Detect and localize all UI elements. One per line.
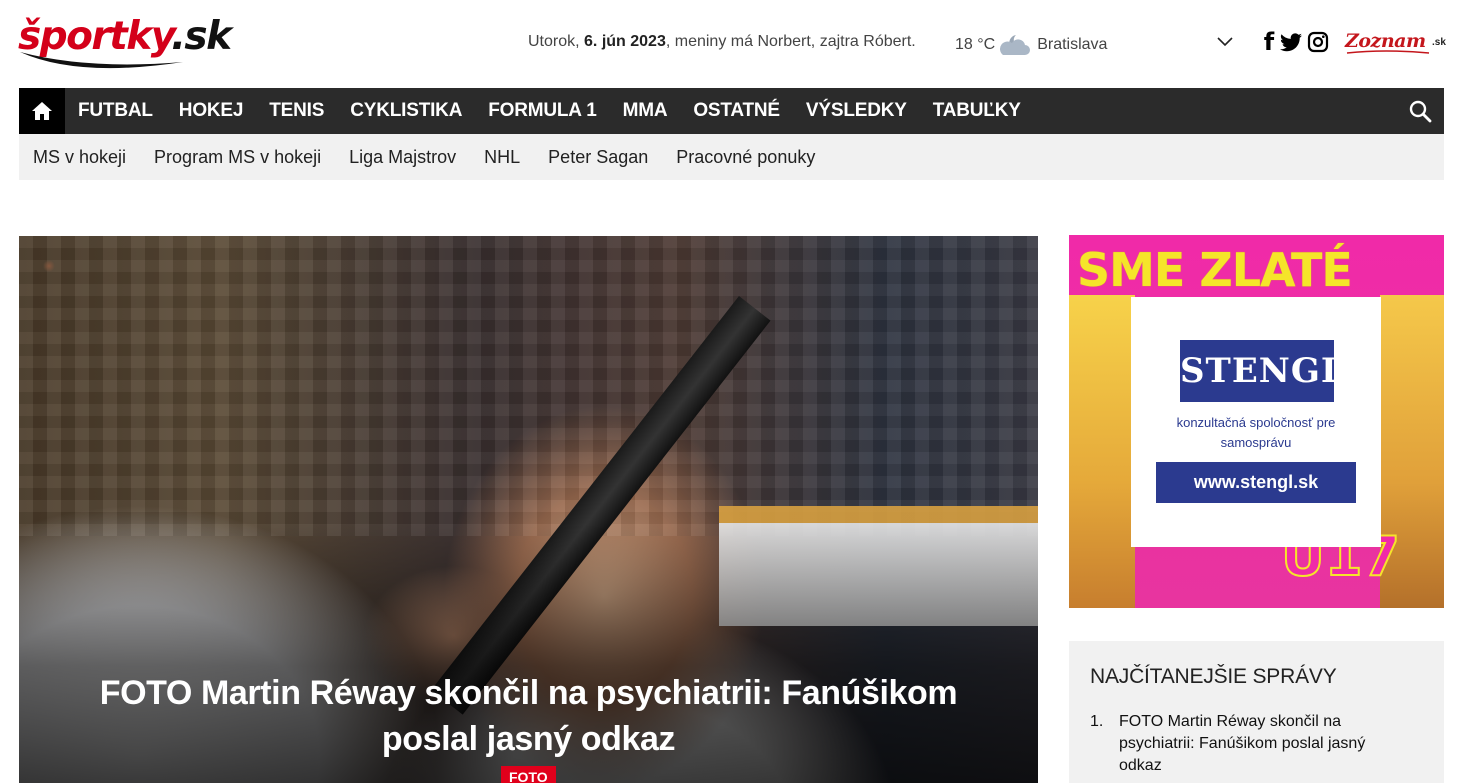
subnav-item-peter-sagan[interactable]: Peter Sagan — [548, 147, 648, 168]
date-line: Utorok, 6. jún 2023, meniny má Norbert, … — [528, 33, 916, 51]
nav-item-hokej[interactable]: HOKEJ — [166, 100, 256, 122]
list-item-link[interactable]: FOTO Martin Réway skončil na psychiatrii… — [1119, 711, 1409, 777]
weather-temp: 18 °C — [955, 36, 996, 53]
search-icon[interactable] — [1408, 99, 1432, 123]
list-item[interactable]: 1. FOTO Martin Réway skončil na psychiat… — [1090, 711, 1420, 777]
nav-items: FUTBAL HOKEJ TENIS CYKLISTIKA FORMULA 1 … — [65, 88, 1034, 134]
date-nameday: , meniny má Norbert, zajtra Róbert. — [665, 33, 916, 50]
subnav-item-nhl[interactable]: NHL — [484, 147, 520, 168]
home-button[interactable] — [19, 88, 65, 134]
zoznam-logo[interactable]: Zoznam .sk — [1345, 27, 1446, 57]
ad-brand-url: www.stengl.sk — [1156, 462, 1356, 503]
weather-widget[interactable]: 18 °C Bratislava — [955, 33, 1107, 57]
list-item-number: 1. — [1090, 713, 1104, 730]
nav-item-tenis[interactable]: TENIS — [256, 100, 337, 122]
twitter-icon[interactable] — [1279, 30, 1303, 54]
hero-image-crowd — [19, 236, 1038, 536]
hero-category-badge[interactable]: FOTO — [501, 766, 556, 783]
home-icon — [32, 102, 52, 120]
date-value: 6. jún 2023 — [584, 33, 666, 50]
logo-swoosh-icon — [20, 52, 183, 69]
nav-item-tabulky[interactable]: TABUĽKY — [920, 100, 1034, 122]
facebook-icon[interactable]: f — [1262, 28, 1276, 56]
chevron-down-icon[interactable] — [1216, 34, 1234, 48]
ad-brand-logo: STENGL — [1180, 340, 1345, 402]
nav-item-ostatne[interactable]: OSTATNÉ — [680, 100, 793, 122]
weather-city: Bratislava — [1037, 36, 1108, 53]
nav-item-cyklistika[interactable]: CYKLISTIKA — [337, 100, 475, 122]
main-navigation: FUTBAL HOKEJ TENIS CYKLISTIKA FORMULA 1 … — [19, 88, 1444, 141]
nav-item-formula-1[interactable]: FORMULA 1 — [475, 100, 609, 122]
nav-item-vysledky[interactable]: VÝSLEDKY — [793, 100, 920, 122]
nav-item-futbal[interactable]: FUTBAL — [65, 100, 166, 122]
date-day: Utorok, — [528, 33, 580, 50]
subnav-item-liga-majstrov[interactable]: Liga Majstrov — [349, 147, 456, 168]
advertisement-banner[interactable]: SME ZLATÉ U17 STENGL konzultačná spoločn… — [1069, 235, 1444, 608]
ad-photo-left — [1069, 295, 1135, 608]
ad-sponsor-box: STENGL konzultačná spoločnosť pre samosp… — [1131, 297, 1381, 547]
sub-navigation: MS v hokeji Program MS v hokeji Liga Maj… — [19, 134, 1444, 180]
most-read-title: NAJČÍTANEJŠIE SPRÁVY — [1090, 665, 1337, 688]
partly-cloudy-night-icon — [1000, 35, 1031, 55]
subnav-item-program-ms[interactable]: Program MS v hokeji — [154, 147, 321, 168]
zoznam-swoosh-icon — [1346, 50, 1430, 54]
hero-article[interactable]: FOTO Martin Réway skončil na psychiatrii… — [19, 236, 1038, 783]
instagram-icon[interactable] — [1306, 30, 1330, 54]
most-read-list: 1. FOTO Martin Réway skončil na psychiat… — [1090, 711, 1420, 777]
ad-headline: SME ZLATÉ — [1077, 243, 1353, 297]
most-read-panel: NAJČÍTANEJŠIE SPRÁVY 1. FOTO Martin Réwa… — [1069, 641, 1444, 783]
ad-brand-subtitle: konzultačná spoločnosť pre samosprávu — [1176, 415, 1336, 450]
hero-title[interactable]: FOTO Martin Réway skončil na psychiatrii… — [59, 670, 998, 762]
subnav-item-pracovne-ponuky[interactable]: Pracovné ponuky — [676, 147, 815, 168]
site-logo[interactable]: športky.sk — [18, 12, 238, 74]
nav-item-mma[interactable]: MMA — [610, 100, 681, 122]
subnav-item-ms-v-hokeji[interactable]: MS v hokeji — [33, 147, 126, 168]
site-header: športky.sk Utorok, 6. jún 2023, meniny m… — [0, 0, 1461, 88]
